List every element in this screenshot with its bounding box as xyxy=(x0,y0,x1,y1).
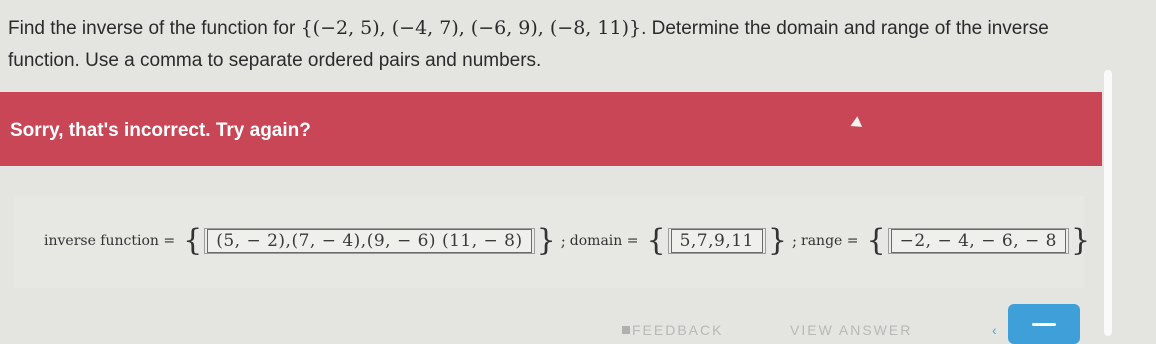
close-brace: } xyxy=(1070,223,1091,258)
feedback-icon xyxy=(622,326,630,334)
range-input[interactable]: −2, − 4, − 6, − 8 xyxy=(890,229,1066,253)
separator: ; xyxy=(791,232,798,250)
domain-input[interactable]: 5,7,9,11 xyxy=(670,229,763,253)
answer-row: inverse function = { (5, − 2),(7, − 4),(… xyxy=(44,226,1092,256)
check-answer-button[interactable] xyxy=(1008,304,1080,344)
open-brace: { xyxy=(646,223,666,258)
domain-label: domain = xyxy=(569,233,639,249)
separator: ; xyxy=(560,232,566,250)
incorrect-message: Sorry, that's incorrect. Try again? xyxy=(10,120,311,141)
inverse-function-label: inverse function = xyxy=(44,233,176,249)
range-label: range = xyxy=(801,233,859,249)
function-set: {(−2, 5), (−4, 7), (−6, 9), (−8, 11)} xyxy=(300,17,642,39)
question-prefix: Find the inverse of the function for xyxy=(8,18,301,39)
scrollbar[interactable] xyxy=(1104,70,1112,336)
question-text: Find the inverse of the function for {(−… xyxy=(8,12,1103,77)
close-brace: } xyxy=(536,223,556,258)
inverse-function-input[interactable]: (5, − 2),(7, − 4),(9, − 6) (11, − 8) xyxy=(207,229,532,253)
open-brace: { xyxy=(183,223,203,258)
range-box: −2, − 4, − 6, − 8 xyxy=(887,228,1069,254)
inverse-function-box: (5, − 2),(7, − 4),(9, − 6) (11, − 8) xyxy=(204,228,535,254)
close-brace: } xyxy=(767,223,787,258)
open-brace: { xyxy=(866,223,886,258)
domain-box: 5,7,9,11 xyxy=(667,228,766,254)
